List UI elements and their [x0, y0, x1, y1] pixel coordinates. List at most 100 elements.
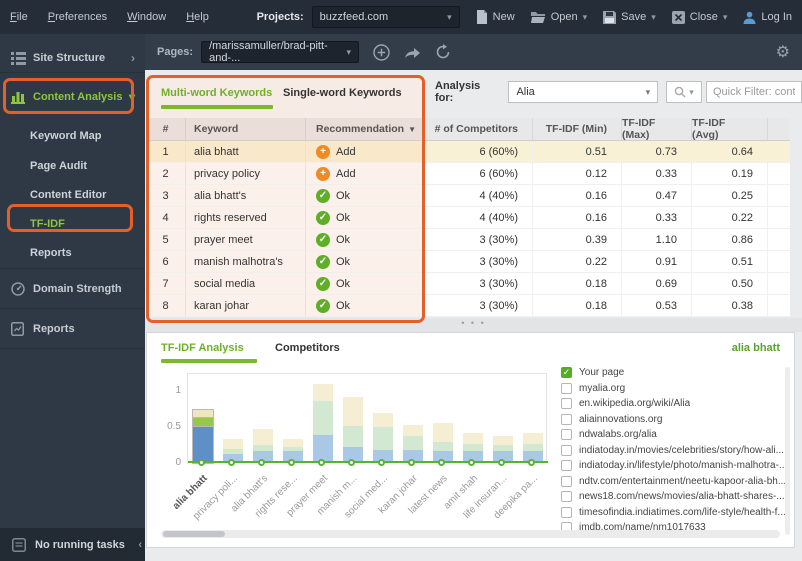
legend-item[interactable]: indiatoday.in/lifestyle/photo/manish-mal… — [561, 458, 785, 474]
legend-checkbox[interactable] — [561, 382, 572, 394]
analysis-for-select[interactable]: Alia ▾ — [508, 81, 659, 103]
ok-check-icon[interactable]: ✓ — [316, 188, 330, 203]
ok-check-icon[interactable]: ✓ — [316, 276, 330, 291]
panel-splitter[interactable]: • • • — [145, 318, 802, 332]
legend-item[interactable]: ✓ Your page — [561, 365, 785, 381]
your-page-point[interactable] — [497, 458, 505, 466]
bar-min-segment[interactable] — [192, 425, 214, 464]
sidebar-item-keyword-map[interactable]: Keyword Map — [30, 130, 102, 142]
bar-max-segment[interactable] — [223, 439, 243, 450]
legend-item[interactable]: en.wikipedia.org/wiki/Alia — [561, 396, 785, 412]
ok-check-icon[interactable]: ✓ — [316, 210, 330, 225]
add-icon[interactable]: + — [316, 166, 330, 181]
bar-max-segment[interactable] — [463, 432, 483, 445]
table-row[interactable]: 1 alia bhatt + Add 6 (60%) 0.51 0.73 0.64 — [146, 141, 790, 163]
table-row[interactable]: 4 rights reserved ✓ Ok 4 (40%) 0.16 0.33 0.22 — [146, 207, 790, 229]
your-page-point[interactable] — [347, 458, 355, 466]
legend-checkbox[interactable] — [561, 506, 572, 518]
your-page-point[interactable] — [227, 458, 235, 466]
sidebar-item-content-analysis[interactable]: Content Analysis ▾ — [0, 82, 145, 112]
legend-checkbox[interactable]: ✓ — [561, 367, 572, 379]
legend-item[interactable]: ndtv.com/entertainment/neetu-kapoor-alia… — [561, 474, 785, 490]
legend-item[interactable]: aliainnovations.org — [561, 412, 785, 428]
collapse-sidebar-icon[interactable]: ‹ — [138, 539, 142, 551]
chevron-down-icon[interactable]: ▾ — [651, 12, 656, 23]
sidebar-item-reports[interactable]: Reports — [0, 314, 145, 344]
legend-checkbox[interactable] — [561, 413, 572, 425]
table-row[interactable]: 6 manish malhotra's ✓ Ok 3 (30%) 0.22 0.91 0.51 — [146, 251, 790, 273]
bar-max-segment[interactable] — [403, 424, 423, 436]
bar-max-segment[interactable] — [313, 383, 333, 402]
sidebar-item-page-audit[interactable]: Page Audit — [30, 160, 87, 172]
bar-avg-segment[interactable] — [433, 442, 453, 451]
your-page-point[interactable] — [437, 458, 445, 466]
bar-avg-segment[interactable] — [493, 445, 513, 451]
ok-check-icon[interactable]: ✓ — [316, 254, 330, 269]
legend-scrollbar[interactable] — [785, 367, 790, 535]
col-tfidf-avg[interactable]: TF-IDF (Avg) — [692, 117, 768, 141]
chevron-down-icon[interactable]: ▾ — [583, 12, 588, 23]
col-recommendation[interactable]: Recommendation ▼ — [306, 118, 425, 141]
refresh-icon[interactable] — [435, 44, 451, 60]
your-page-point[interactable] — [317, 458, 325, 466]
your-page-point[interactable] — [407, 458, 415, 466]
col-tfidf-max[interactable]: TF-IDF (Max) — [622, 117, 692, 141]
quick-filter-input[interactable] — [706, 81, 802, 103]
add-page-icon[interactable] — [373, 43, 390, 61]
legend-checkbox[interactable] — [561, 460, 572, 472]
table-row[interactable]: 8 karan johar ✓ Ok 3 (30%) 0.18 0.53 0.38 — [146, 295, 790, 317]
ok-check-icon[interactable]: ✓ — [316, 298, 330, 313]
table-row[interactable]: 3 alia bhatt's ✓ Ok 4 (40%) 0.16 0.47 0.25 — [146, 185, 790, 207]
tab-competitors[interactable]: Competitors — [275, 342, 340, 354]
your-page-point[interactable] — [377, 458, 385, 466]
scrollbar-thumb[interactable] — [163, 531, 225, 537]
legend-checkbox[interactable] — [561, 429, 572, 441]
open-button[interactable]: Open ▾ — [530, 11, 588, 23]
bar-avg-segment[interactable] — [523, 444, 543, 452]
bar-avg-segment[interactable] — [253, 445, 273, 452]
ok-check-icon[interactable]: ✓ — [316, 232, 330, 247]
pages-select[interactable]: /marissamuller/brad-pitt-and-... ▾ — [201, 40, 360, 64]
table-row[interactable]: 7 social media ✓ Ok 3 (30%) 0.18 0.69 0.50 — [146, 273, 790, 295]
sidebar-item-content-editor[interactable]: Content Editor — [30, 189, 106, 201]
project-select[interactable]: buzzfeed.com ▾ — [311, 6, 460, 28]
bar-avg-segment[interactable] — [192, 415, 214, 428]
your-page-point[interactable] — [197, 458, 205, 466]
tab-multi-word-keywords[interactable]: Multi-word Keywords — [161, 87, 272, 99]
col-num[interactable]: # — [146, 118, 186, 141]
legend-item[interactable]: indiatoday.in/movies/celebrities/story/h… — [561, 443, 785, 459]
sidebar-item-tfidf[interactable]: TF-IDF — [30, 218, 65, 230]
bar-avg-segment[interactable] — [283, 447, 303, 452]
table-row[interactable]: 2 privacy policy + Add 6 (60%) 0.12 0.33 0.19 — [146, 163, 790, 185]
legend-item[interactable]: ndwalabs.org/alia — [561, 427, 785, 443]
bar-max-segment[interactable] — [192, 409, 214, 418]
bar-avg-segment[interactable] — [313, 401, 333, 435]
menu-file[interactable]: File — [10, 11, 28, 23]
legend-checkbox[interactable] — [561, 444, 572, 456]
legend-item[interactable]: myalia.org — [561, 381, 785, 397]
bar-max-segment[interactable] — [523, 432, 543, 445]
legend-checkbox[interactable] — [561, 475, 572, 487]
close-button[interactable]: Close ▾ — [671, 10, 728, 24]
bar-avg-segment[interactable] — [373, 427, 393, 451]
bar-avg-segment[interactable] — [403, 435, 423, 451]
share-icon[interactable] — [404, 45, 421, 60]
chevron-down-icon[interactable]: ▾ — [723, 12, 728, 23]
menu-help[interactable]: Help — [186, 11, 209, 23]
bar-max-segment[interactable] — [433, 422, 453, 443]
legend-item[interactable]: news18.com/news/movies/alia-bhatt-shares… — [561, 489, 785, 505]
bar-max-segment[interactable] — [283, 439, 303, 448]
bar-avg-segment[interactable] — [343, 426, 363, 448]
bar-max-segment[interactable] — [253, 429, 273, 445]
sidebar-item-site-structure[interactable]: Site Structure › — [0, 43, 145, 73]
sidebar-item-reports-sub[interactable]: Reports — [30, 247, 72, 259]
your-page-point[interactable] — [527, 458, 535, 466]
sort-icon[interactable]: ▼ — [408, 125, 416, 134]
bar-max-segment[interactable] — [373, 413, 393, 427]
bar-max-segment[interactable] — [343, 397, 363, 427]
save-button[interactable]: Save ▾ — [603, 10, 656, 24]
col-keyword[interactable]: Keyword — [186, 118, 306, 141]
your-page-point[interactable] — [287, 458, 295, 466]
login-button[interactable]: Log In — [743, 11, 792, 24]
legend-checkbox[interactable] — [561, 491, 572, 503]
